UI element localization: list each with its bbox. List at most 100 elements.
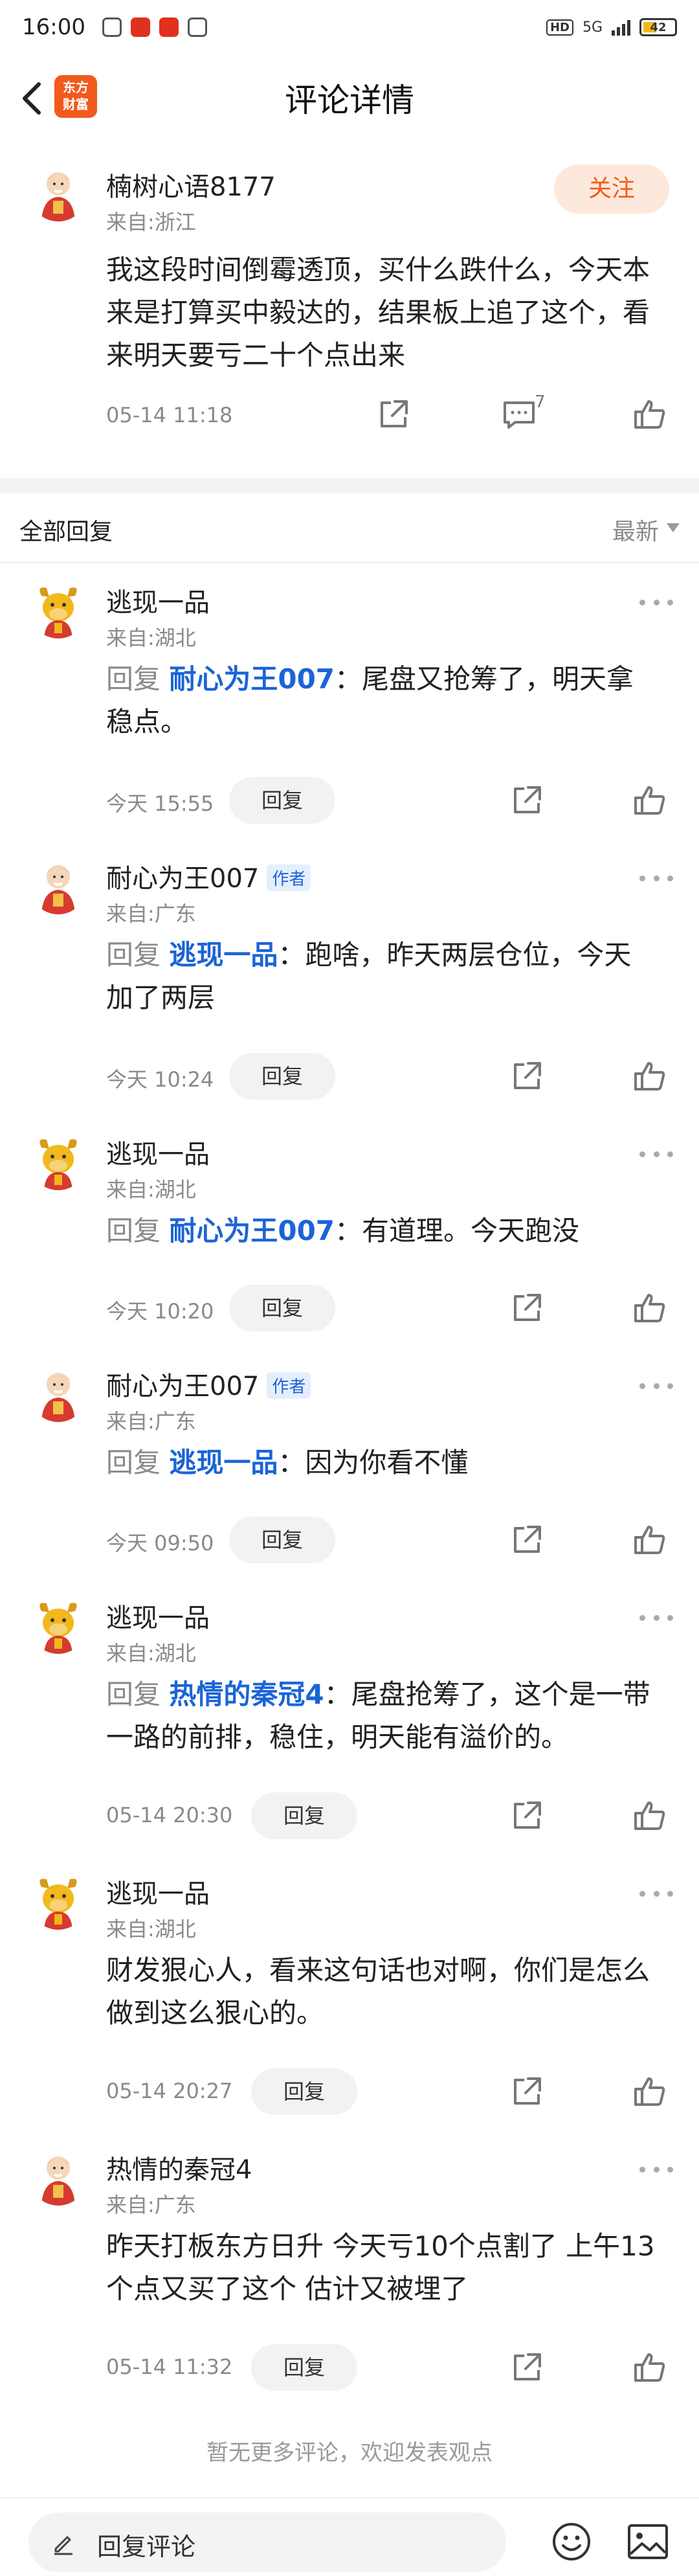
reply-button[interactable]: 回复 (229, 1285, 335, 1331)
reply-time: 05-14 20:27 (106, 2079, 233, 2103)
more-icon[interactable] (639, 872, 673, 885)
more-icon[interactable] (639, 2163, 673, 2176)
share-icon[interactable] (509, 1522, 545, 1558)
app-header: 东方 财富 评论详情 (0, 54, 699, 141)
more-icon[interactable] (639, 1611, 673, 1624)
more-icon[interactable] (639, 1379, 673, 1392)
share-icon[interactable] (509, 1058, 545, 1094)
avatar[interactable] (30, 1873, 87, 1930)
reply-input[interactable]: 回复评论 (28, 2513, 506, 2572)
reply-mention[interactable]: 逃现一品 (169, 1447, 278, 1478)
thumbs-up-icon[interactable] (632, 1798, 668, 1834)
reply-location: 来自:广东 (106, 2193, 196, 2217)
reply-text: 回复 逃现一品：因为你看不懂 (106, 1441, 656, 1484)
reply-text: 回复 逃现一品：跑啥，昨天两层仓位，今天加了两层 (106, 934, 656, 1019)
reply-prefix: 回复 (106, 939, 170, 971)
share-icon[interactable] (509, 2073, 545, 2110)
reply-location: 来自:湖北 (106, 1917, 196, 1941)
comment-location: 来自:浙江 (106, 210, 196, 234)
status-right: HD 5G 42 (546, 18, 677, 36)
comment-username[interactable]: 楠树心语8177 (106, 166, 276, 203)
avatar[interactable] (30, 1365, 87, 1422)
share-icon[interactable] (375, 396, 412, 433)
reply-time: 今天 09:50 (106, 1531, 214, 1555)
avatar[interactable] (30, 164, 87, 221)
reply-text: 昨天打板东方日升 今天亏10个点割了 上午13个点又买了这个 估计又被埋了 (106, 2225, 656, 2310)
reply-username[interactable]: 逃现一品 (106, 1597, 210, 1634)
reply-username[interactable]: 耐心为王007 作者 (106, 1365, 311, 1403)
reply-button[interactable]: 回复 (229, 777, 335, 824)
author-badge: 作者 (267, 864, 311, 891)
reply-item: 耐心为王007 作者 来自:广东 回复 逃现一品：跑啥，昨天两层仓位，今天加了两层 今天… (0, 839, 699, 1115)
reply-button[interactable]: 回复 (229, 1053, 335, 1100)
network-label: 5G (582, 19, 603, 36)
thumbs-up-icon[interactable] (632, 2349, 668, 2386)
reply-mention[interactable]: 热情的秦冠4 (169, 1678, 324, 1710)
reply-prefix: 回复 (106, 1447, 170, 1478)
signal-icon (612, 19, 630, 36)
avatar[interactable] (30, 1133, 87, 1190)
share-icon[interactable] (509, 782, 545, 819)
image-icon[interactable] (627, 2522, 669, 2562)
section-divider (0, 478, 699, 493)
thumbs-up-icon[interactable] (632, 1522, 668, 1558)
status-bar: 16:00 HD 5G 42 (0, 0, 699, 54)
reply-username[interactable]: 逃现一品 (106, 1133, 210, 1171)
share-icon[interactable] (509, 1290, 545, 1326)
reply-button[interactable]: 回复 (251, 2344, 357, 2391)
avatar[interactable] (30, 857, 87, 914)
more-icon[interactable] (639, 596, 673, 609)
chevron-down-icon[interactable] (667, 523, 680, 532)
author-badge: 作者 (267, 1372, 311, 1399)
hd-icon: HD (546, 19, 573, 36)
reply-username-text[interactable]: 热情的秦冠4 (106, 2155, 252, 2185)
avatar[interactable] (30, 2149, 87, 2206)
reply-username-text[interactable]: 逃现一品 (106, 1603, 210, 1633)
thumbs-up-icon[interactable] (632, 1290, 668, 1326)
reply-prefix: 回复 (106, 663, 170, 695)
avatar[interactable] (30, 582, 87, 638)
share-icon[interactable] (509, 2349, 545, 2386)
reply-mention[interactable]: 耐心为王007 (169, 1215, 335, 1247)
reply-username-text[interactable]: 耐心为王007 (106, 864, 259, 894)
reply-item: 逃现一品来自:湖北财发狠心人，看来这句话也对啊，你们是怎么做到这么狠心的。 05-… (0, 1855, 699, 2130)
share-icon[interactable] (509, 1798, 545, 1834)
avatar[interactable] (30, 1597, 87, 1654)
reply-button[interactable]: 回复 (251, 1792, 357, 1839)
bottom-bar: 回复评论 (0, 2497, 699, 2576)
reply-username[interactable]: 热情的秦冠4 (106, 2149, 252, 2186)
reply-time: 05-14 11:32 (106, 2355, 233, 2379)
reply-username[interactable]: 耐心为王007 作者 (106, 857, 311, 895)
thumbs-up-icon[interactable] (632, 1058, 668, 1094)
battery-level: 42 (650, 20, 667, 34)
back-arrow-icon[interactable] (17, 79, 49, 118)
no-more-comments-note: 暂无更多评论，欢迎发表观点 (206, 2440, 493, 2466)
reply-username-text[interactable]: 耐心为王007 (106, 1372, 259, 1401)
app-logo: 东方 财富 (54, 75, 97, 118)
comment-icon[interactable] (501, 396, 537, 433)
reply-item: 逃现一品 来自:湖北 回复 热情的秦冠4：尾盘抢筹了，这个是一带一路的前排，稳住，明… (0, 1579, 699, 1855)
reply-item: 逃现一品 来自:湖北 回复 耐心为王007：有道理。今天跑没 今天 10:20 回复 (0, 1115, 699, 1347)
reply-time: 今天 15:55 (106, 791, 214, 816)
reply-username-text[interactable]: 逃现一品 (106, 1140, 210, 1169)
reply-button[interactable]: 回复 (229, 1517, 335, 1563)
sort-dropdown[interactable]: 最新 (612, 513, 659, 547)
reply-button[interactable]: 回复 (251, 2068, 357, 2115)
more-icon[interactable] (639, 1887, 673, 1900)
more-icon[interactable] (639, 1147, 673, 1160)
emoji-icon[interactable] (551, 2522, 592, 2562)
reply-mention[interactable]: 逃现一品 (169, 939, 278, 971)
thumbs-up-icon[interactable] (632, 782, 668, 819)
reply-body: 财发狠心人，看来这句话也对啊，你们是怎么做到这么狠心的。 (106, 1954, 650, 2029)
reply-username-text[interactable]: 逃现一品 (106, 588, 210, 618)
reply-body: ：因为你看不懂 (278, 1447, 469, 1478)
reply-time: 今天 10:20 (106, 1299, 214, 1324)
follow-button[interactable]: 关注 (554, 164, 669, 214)
reply-mention[interactable]: 耐心为王007 (169, 663, 335, 695)
reply-body: 昨天打板东方日升 今天亏10个点割了 上午13个点又买了这个 估计又被埋了 (106, 2230, 655, 2305)
reply-username[interactable]: 逃现一品 (106, 582, 210, 619)
reply-username[interactable]: 逃现一品 (106, 1873, 210, 1910)
thumbs-up-icon[interactable] (632, 2073, 668, 2110)
thumbs-up-icon[interactable] (632, 396, 668, 433)
reply-username-text[interactable]: 逃现一品 (106, 1879, 210, 1909)
